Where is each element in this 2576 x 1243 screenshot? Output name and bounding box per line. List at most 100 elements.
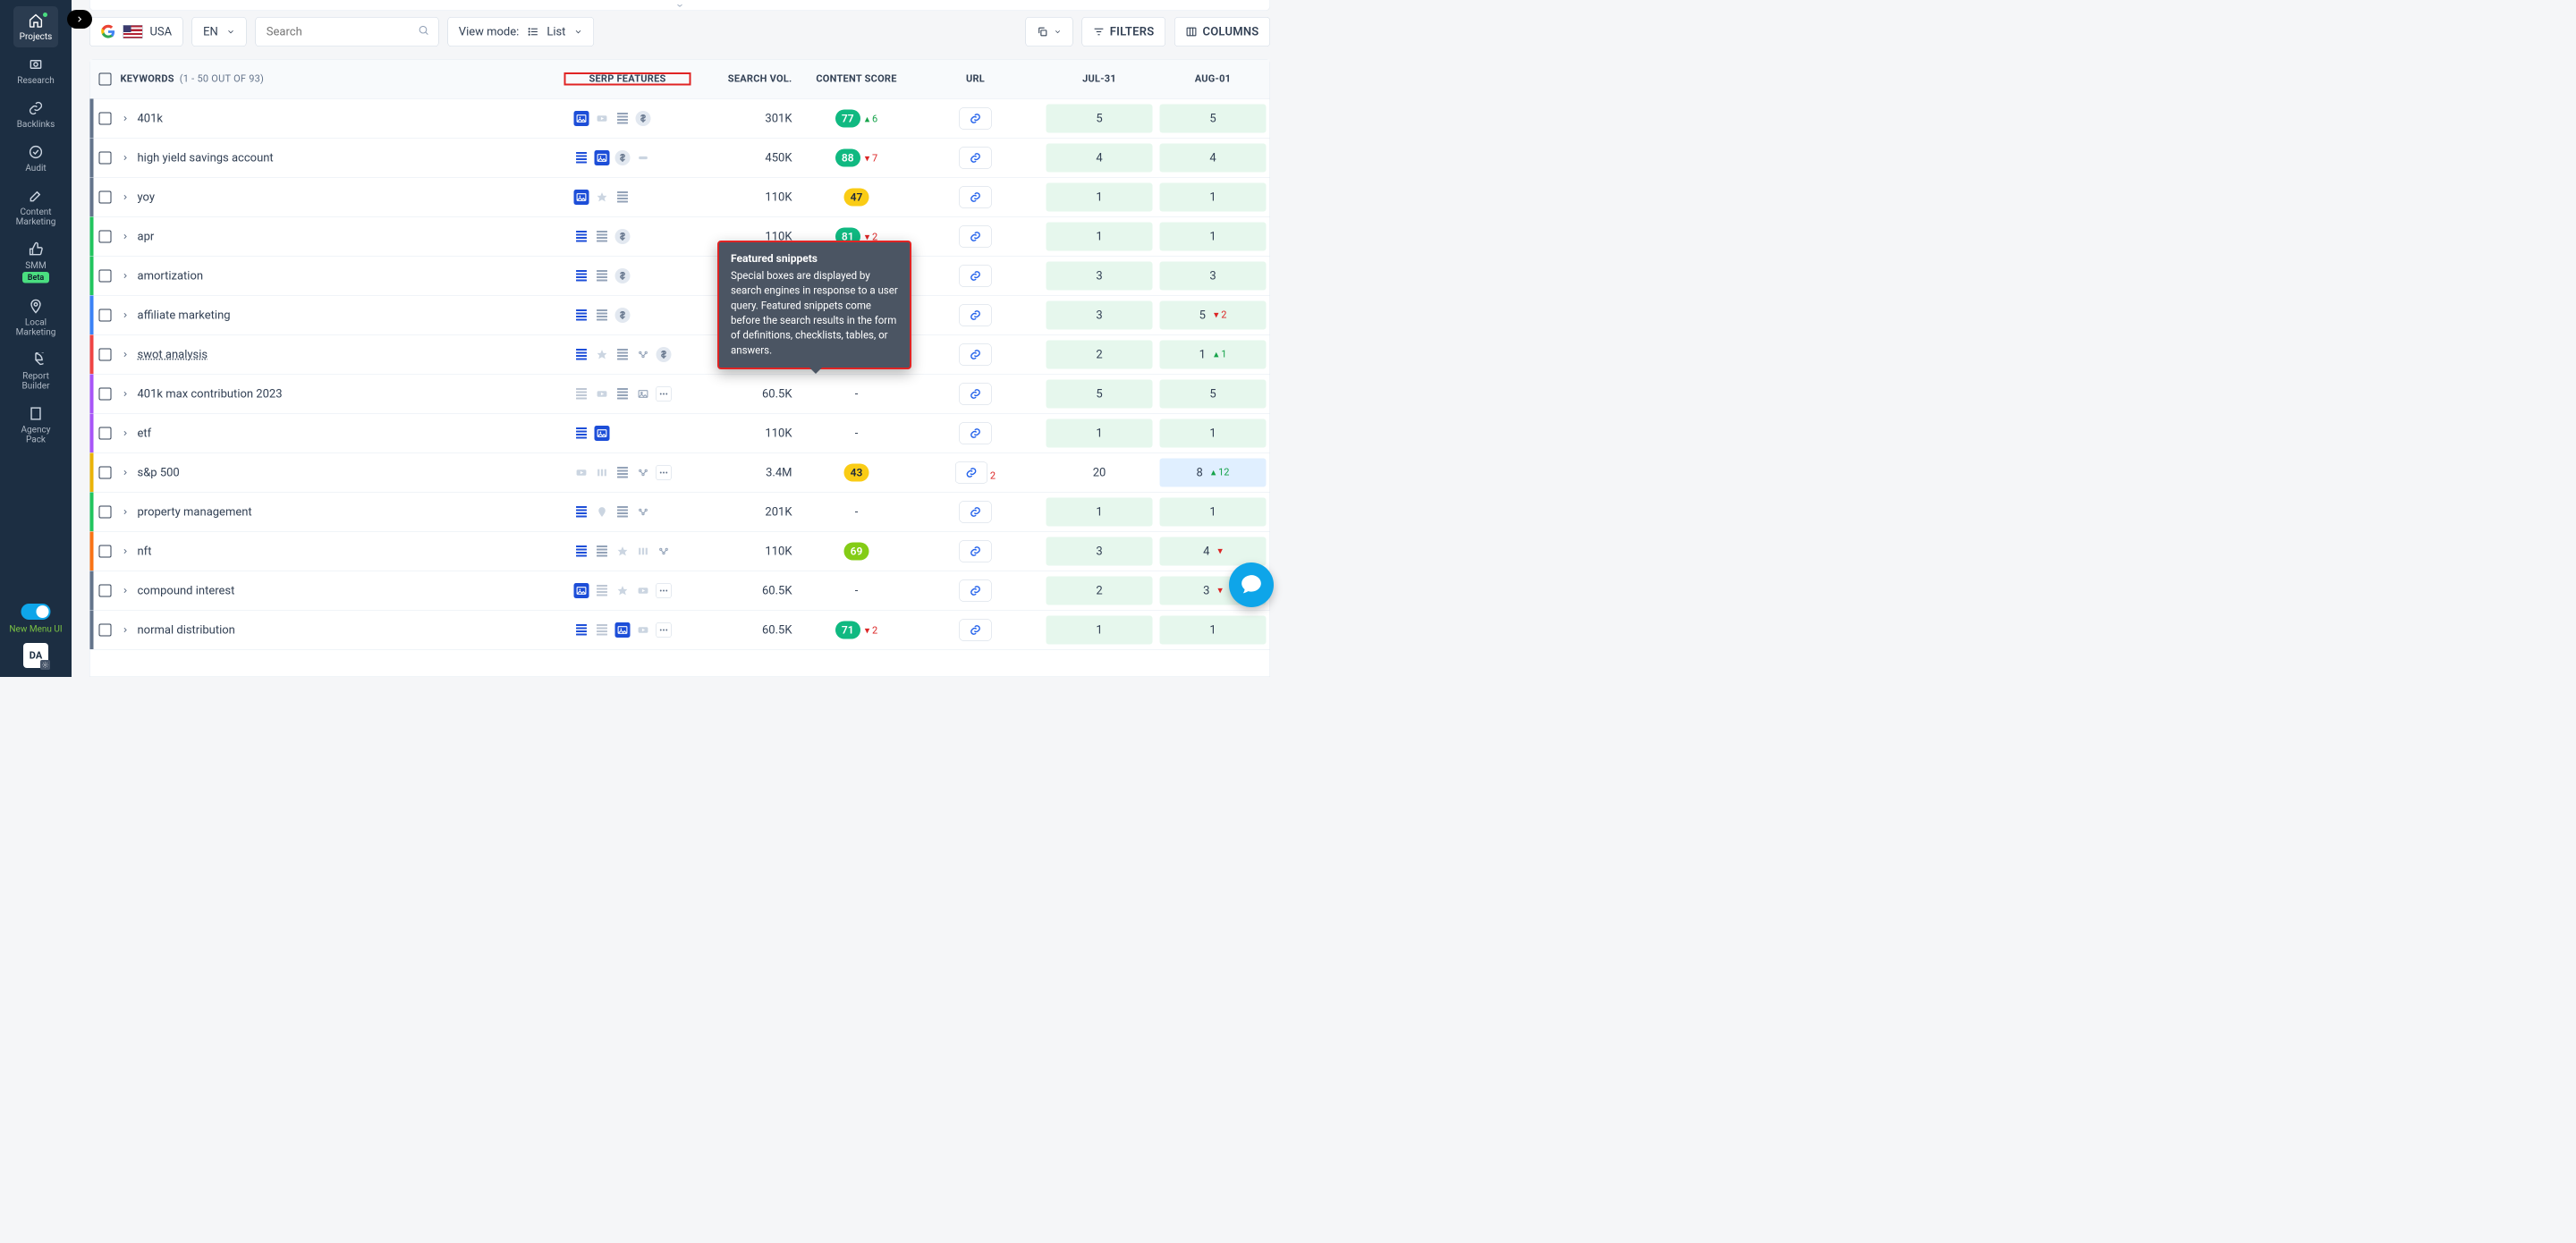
keyword-text[interactable]: 401k — [138, 112, 164, 125]
row-checkbox[interactable] — [99, 151, 112, 164]
url-link[interactable] — [960, 579, 992, 601]
more-icon[interactable] — [657, 465, 672, 480]
row-checkbox[interactable] — [99, 545, 112, 557]
header-score[interactable]: CONTENT SCORE — [816, 73, 896, 85]
search-input[interactable] — [267, 18, 428, 47]
header-vol[interactable]: SEARCH VOL. — [728, 73, 792, 85]
keyword-text[interactable]: amortization — [138, 269, 204, 283]
viewmode-selector[interactable]: View mode: List — [447, 17, 594, 47]
keyword-text[interactable]: etf — [138, 427, 152, 440]
da-widget[interactable]: DA — [23, 643, 48, 668]
expand-row[interactable] — [117, 626, 134, 634]
sidebar-item-content-marketing[interactable]: Content Marketing — [13, 182, 58, 233]
keyword-text[interactable]: s&p 500 — [138, 466, 180, 479]
sidebar-item-smm[interactable]: SMMBeta — [13, 235, 58, 290]
filters-button[interactable]: FILTERS — [1081, 17, 1165, 47]
expand-row[interactable] — [117, 390, 134, 398]
more-icon[interactable] — [657, 583, 672, 598]
header-serp[interactable]: SERP FEATURES — [589, 73, 665, 85]
sidebar-item-backlinks[interactable]: Backlinks — [13, 94, 58, 135]
row-checkbox[interactable] — [99, 309, 112, 321]
url-link[interactable] — [960, 422, 992, 444]
url-link[interactable] — [960, 265, 992, 286]
sidebar-item-report-builder[interactable]: Report Builder — [13, 346, 58, 397]
sidebar-item-agency-pack[interactable]: Agency Pack — [13, 400, 58, 451]
expand-row[interactable] — [117, 429, 134, 437]
url-link[interactable] — [960, 501, 992, 522]
viewmode-value: List — [547, 25, 565, 38]
row-checkbox[interactable] — [99, 387, 112, 400]
keyword-text[interactable]: swot analysis — [138, 348, 208, 361]
expand-row[interactable] — [117, 193, 134, 201]
keyword-text[interactable]: apr — [138, 230, 155, 243]
more-icon[interactable] — [657, 386, 672, 402]
sidebar-item-research[interactable]: Research — [13, 50, 58, 91]
expand-row[interactable] — [117, 351, 134, 359]
row-checkbox[interactable] — [99, 427, 112, 439]
video-icon — [636, 583, 651, 598]
expand-row[interactable] — [117, 154, 134, 162]
row-checkbox[interactable] — [99, 584, 112, 596]
row-checkbox[interactable] — [99, 348, 112, 360]
row-checkbox[interactable] — [99, 505, 112, 518]
language-selector[interactable]: EN — [192, 17, 247, 47]
url-link[interactable] — [960, 186, 992, 207]
header-date2[interactable]: AUG-01 — [1195, 73, 1232, 85]
search-volume: 60.5K — [691, 623, 805, 637]
more-icon[interactable] — [657, 622, 672, 638]
keyword-search[interactable] — [255, 17, 438, 47]
sidebar-item-audit[interactable]: Audit — [13, 138, 58, 179]
header-keywords[interactable]: KEYWORDS — [121, 73, 174, 85]
url-link[interactable] — [960, 619, 992, 640]
select-all-checkbox[interactable] — [99, 72, 112, 85]
keyword-text[interactable]: compound interest — [138, 584, 235, 597]
rank-cell: 1 — [1046, 182, 1153, 211]
new-menu-toggle[interactable] — [21, 604, 51, 620]
expand-row[interactable] — [117, 547, 134, 555]
url-link[interactable] — [960, 304, 992, 326]
keyword-text[interactable]: nft — [138, 545, 152, 558]
url-link[interactable] — [960, 343, 992, 365]
url-link[interactable] — [960, 107, 992, 129]
url-link[interactable] — [960, 147, 992, 168]
keyword-text[interactable]: property management — [138, 505, 252, 519]
expand-row[interactable] — [117, 272, 134, 280]
copy-button[interactable] — [1025, 17, 1072, 47]
expand-row[interactable] — [117, 311, 134, 319]
video-icon — [636, 622, 651, 638]
row-checkbox[interactable] — [99, 190, 112, 203]
keyword-text[interactable]: yoy — [138, 190, 156, 204]
url-link[interactable] — [955, 461, 987, 483]
sidebar-item-projects[interactable]: Projects — [13, 6, 58, 47]
sidebar-expand-button[interactable] — [67, 10, 92, 29]
chat-button[interactable] — [1229, 562, 1274, 607]
keyword-text[interactable]: normal distribution — [138, 623, 235, 637]
search-volume: 450K — [691, 151, 805, 165]
expand-row[interactable] — [117, 508, 134, 516]
columns-button[interactable]: COLUMNS — [1174, 17, 1270, 47]
keyword-text[interactable]: affiliate marketing — [138, 309, 231, 322]
row-checkbox[interactable] — [99, 269, 112, 282]
featured-snippet-icon — [574, 504, 589, 520]
sidebar-item-local-marketing[interactable]: Local Marketing — [13, 292, 58, 343]
keyword-text[interactable]: 401k max contribution 2023 — [138, 387, 283, 401]
collapsed-panel[interactable] — [89, 0, 1270, 11]
expand-row[interactable] — [117, 114, 134, 123]
url-link[interactable] — [960, 225, 992, 247]
url-link[interactable] — [960, 383, 992, 404]
row-checkbox[interactable] — [99, 230, 112, 242]
rank-cell: 4 — [1046, 143, 1153, 172]
country-selector[interactable]: USA — [89, 17, 183, 47]
keyword-text[interactable]: high yield savings account — [138, 151, 274, 165]
row-checkbox[interactable] — [99, 466, 112, 478]
expand-row[interactable] — [117, 469, 134, 477]
url-link[interactable] — [960, 540, 992, 562]
header-date1[interactable]: JUL-31 — [1082, 73, 1116, 85]
expand-row[interactable] — [117, 233, 134, 241]
reviews-icon — [615, 583, 631, 598]
pie-icon — [28, 352, 44, 368]
expand-row[interactable] — [117, 587, 134, 595]
header-url[interactable]: URL — [966, 73, 985, 85]
row-checkbox[interactable] — [99, 112, 112, 124]
row-checkbox[interactable] — [99, 623, 112, 636]
